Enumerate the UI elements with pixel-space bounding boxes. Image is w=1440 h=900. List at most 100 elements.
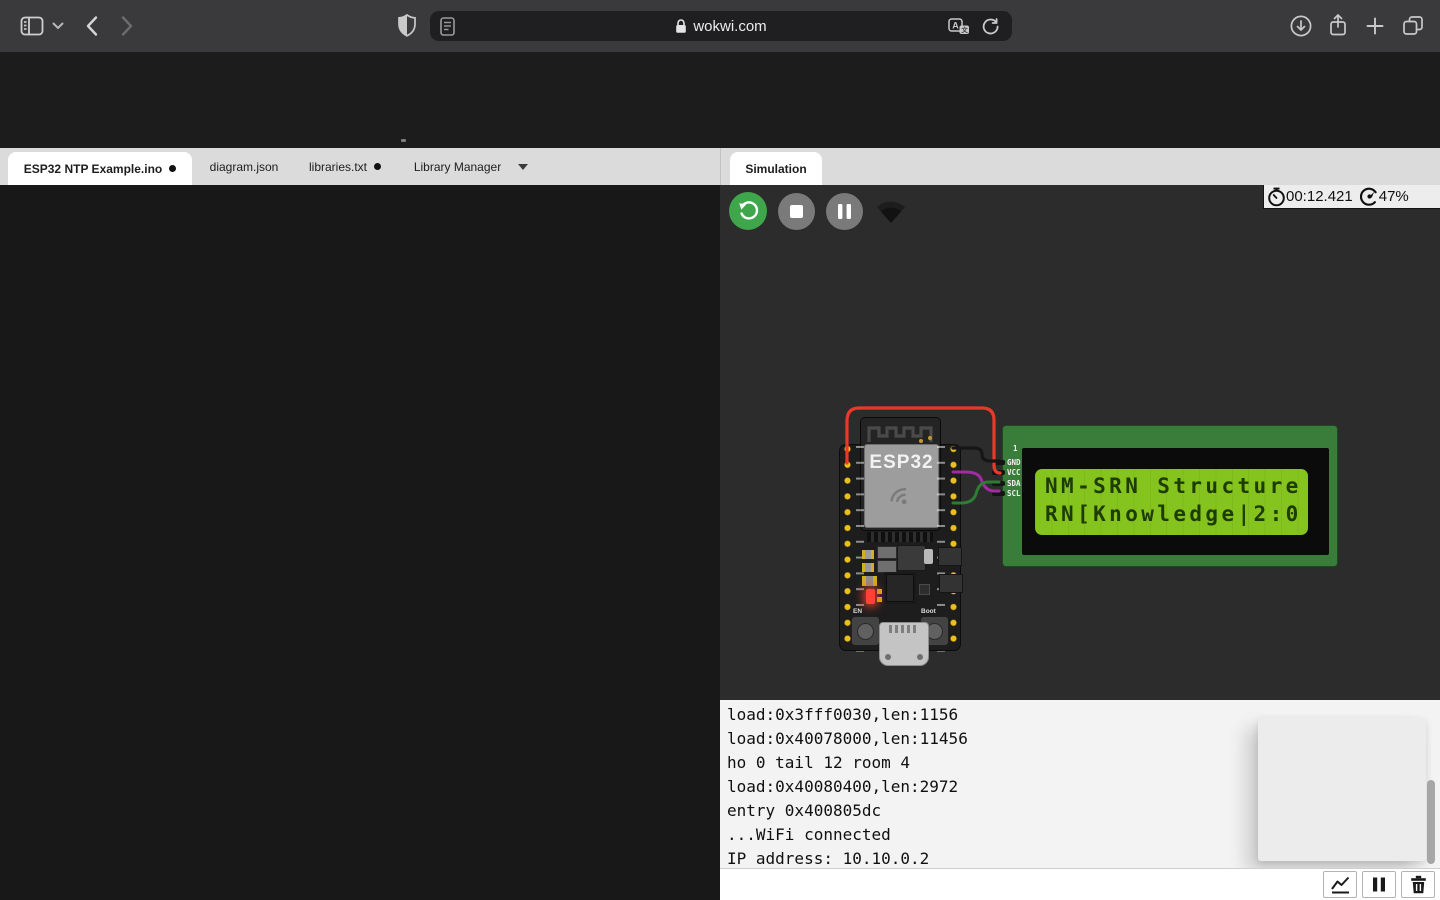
pause-icon	[1371, 876, 1387, 893]
pin-nub	[992, 460, 1005, 465]
address-bar[interactable]: wokwi.com A 文	[430, 11, 1012, 41]
tab-label: Simulation	[745, 162, 806, 176]
component	[938, 547, 962, 566]
chart-icon	[1330, 875, 1351, 895]
lcd-screen: NM-SRN Structure RN[Knowledge|2:0	[1035, 469, 1308, 535]
pin-header-right[interactable]	[947, 441, 960, 647]
lcd-line-2: RN[Knowledge|2:0	[1045, 502, 1302, 526]
lcd-pin-vcc[interactable]: VCC	[992, 468, 1021, 477]
chip-label: ESP32	[865, 452, 938, 474]
component	[877, 589, 882, 594]
lock-icon	[675, 19, 687, 34]
component	[877, 560, 897, 573]
usb-pins	[889, 625, 919, 633]
serial-toolbar	[720, 868, 1440, 900]
en-button-knob	[857, 623, 874, 640]
share-icon[interactable]	[1328, 13, 1348, 38]
page-header-strip	[0, 52, 1440, 148]
usb-hole	[885, 654, 891, 660]
back-icon[interactable]	[85, 15, 99, 37]
esp32-shield: ESP32	[864, 444, 939, 528]
pin-nub	[992, 491, 1005, 496]
capacitor	[862, 576, 877, 586]
stop-simulation-button[interactable]	[778, 193, 815, 230]
capacitor	[862, 563, 874, 572]
floating-panel	[1258, 718, 1426, 861]
tab-simulation[interactable]: Simulation	[730, 152, 822, 185]
micro-usb-connector	[879, 622, 929, 666]
new-tab-icon[interactable]	[1366, 17, 1384, 35]
sidebar-toggle-icon[interactable]	[20, 15, 44, 37]
url-text: wokwi.com	[693, 18, 766, 35]
lcd-pin-index: 1	[1013, 444, 1018, 453]
plotter-chart-button[interactable]	[1323, 871, 1357, 898]
clear-console-button[interactable]	[1401, 871, 1435, 898]
simulation-canvas[interactable]: 00:12.421 47% ESP32	[720, 185, 1440, 700]
translate-icon[interactable]: A 文	[948, 18, 970, 35]
lcd-pin-gnd[interactable]: GND	[992, 458, 1021, 467]
component	[877, 546, 897, 559]
pause-scroll-button[interactable]	[1362, 871, 1396, 898]
stop-icon	[790, 205, 803, 218]
pane-divider	[720, 148, 721, 185]
tab-label: libraries.txt	[309, 160, 367, 174]
browser-chrome: wokwi.com A 文	[0, 0, 1440, 52]
power-led	[866, 589, 875, 604]
tab-label: diagram.json	[210, 160, 279, 174]
tab-library-manager[interactable]: Library Manager	[406, 148, 536, 185]
module-castellated-pads	[867, 532, 933, 542]
usb-hole	[917, 654, 923, 660]
restart-simulation-button[interactable]	[729, 192, 767, 230]
capacitor	[862, 550, 874, 559]
usb-uart-chip	[886, 574, 914, 602]
pin-nub	[992, 481, 1005, 486]
scroll-artifact	[401, 139, 406, 142]
svg-text:A: A	[952, 20, 959, 30]
chevron-down-icon	[518, 164, 528, 170]
restart-icon	[737, 200, 759, 222]
wifi-logo-icon	[884, 481, 918, 515]
component	[877, 597, 882, 602]
pause-simulation-button[interactable]	[826, 193, 863, 230]
stopwatch-icon	[1267, 187, 1286, 207]
svg-text:文: 文	[960, 25, 968, 34]
trash-icon	[1409, 875, 1428, 894]
modified-dot	[374, 163, 381, 170]
downloads-icon[interactable]	[1290, 15, 1312, 37]
en-button[interactable]	[851, 616, 880, 646]
simulation-status: 00:12.421 47%	[1263, 185, 1440, 209]
cpu-load: 47%	[1379, 188, 1409, 205]
antenna-trace	[861, 420, 940, 446]
component	[939, 574, 963, 593]
tab-libraries-txt[interactable]: libraries.txt	[298, 148, 392, 185]
serial-monitor[interactable]: load:0x3fff0030,len:1156 load:0x40078000…	[720, 700, 1440, 868]
lcd-pin-scl[interactable]: SCL	[992, 489, 1021, 498]
chevron-down-icon[interactable]	[52, 22, 64, 30]
voltage-regulator	[897, 545, 926, 571]
component	[924, 549, 933, 564]
reader-icon[interactable]	[440, 17, 455, 36]
elapsed-time: 00:12.421	[1286, 188, 1353, 205]
cpu-gauge-icon	[1360, 187, 1379, 206]
pin-nub	[992, 470, 1005, 475]
gold-pad	[928, 436, 932, 440]
lcd-line-1: NM-SRN Structure	[1045, 474, 1302, 498]
en-label: EN	[853, 608, 862, 615]
boot-label: Boot	[921, 608, 936, 615]
serial-scrollbar-thumb[interactable]	[1427, 780, 1435, 864]
tab-esp32-ntp-example[interactable]: ESP32 NTP Example.ino	[8, 152, 192, 185]
lcd-pin-sda[interactable]: SDA	[992, 479, 1021, 488]
tab-overview-icon[interactable]	[1402, 15, 1424, 36]
component	[919, 584, 930, 595]
forward-icon[interactable]	[120, 15, 134, 37]
tab-diagram-json[interactable]: diagram.json	[200, 148, 288, 185]
privacy-shield-icon[interactable]	[398, 14, 416, 37]
pause-icon	[838, 204, 851, 219]
code-editor-pane[interactable]	[0, 185, 720, 900]
modified-dot	[169, 165, 176, 172]
gold-pad	[919, 439, 923, 443]
reload-icon[interactable]	[982, 18, 999, 35]
tab-label: Library Manager	[414, 160, 501, 174]
tab-label: ESP32 NTP Example.ino	[24, 162, 163, 176]
wifi-signal-icon	[875, 197, 907, 224]
